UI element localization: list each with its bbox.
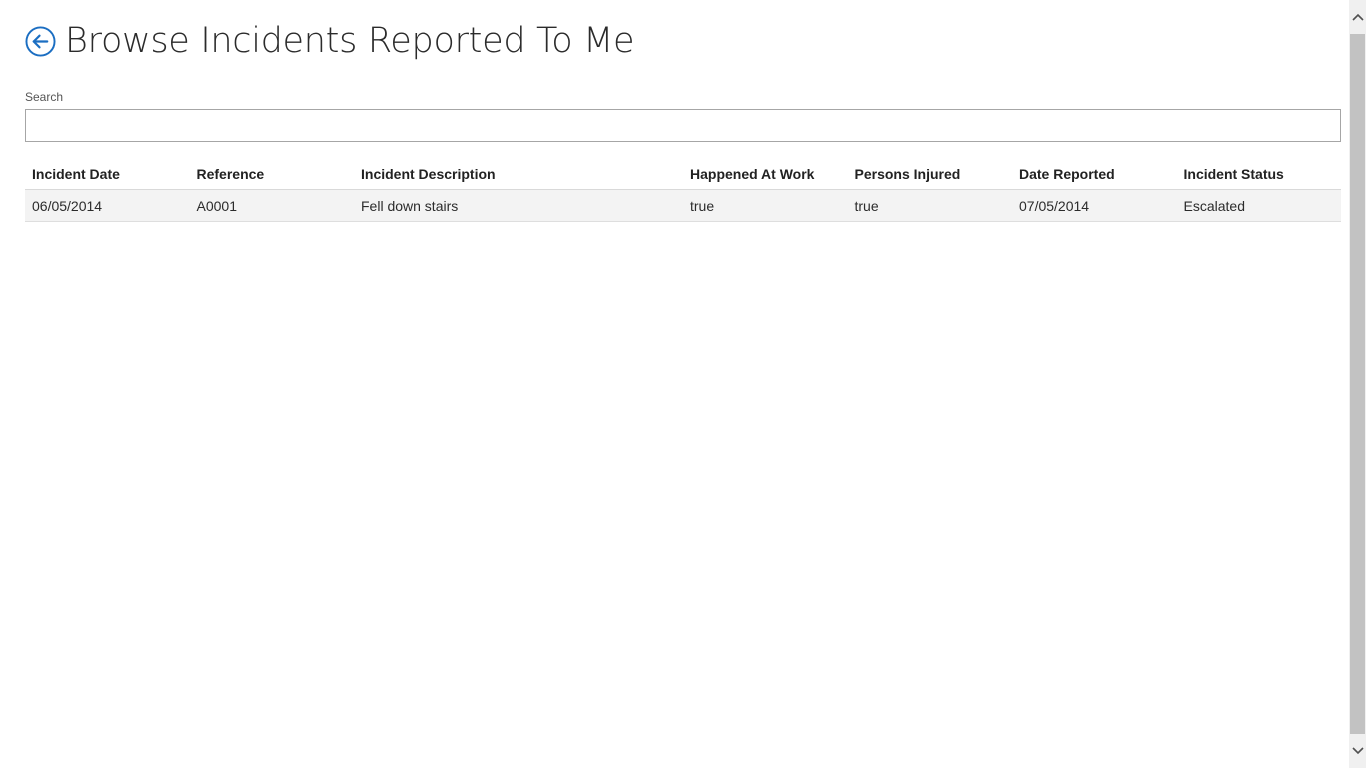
column-header-incident-status[interactable]: Incident Status bbox=[1177, 158, 1342, 189]
cell-date-reported: 07/05/2014 bbox=[1019, 197, 1090, 214]
search-input[interactable] bbox=[25, 109, 1341, 142]
column-header-persons-injured[interactable]: Persons Injured bbox=[848, 158, 1013, 189]
column-header-happened-at-work[interactable]: Happened At Work bbox=[683, 158, 848, 189]
cell-incident-description: Fell down stairs bbox=[361, 197, 459, 214]
page-title: Browse Incidents Reported To Me bbox=[65, 21, 635, 61]
column-header-reference[interactable]: Reference bbox=[190, 158, 355, 189]
back-arrow-icon[interactable] bbox=[25, 25, 56, 57]
scrollbar-thumb[interactable] bbox=[1350, 34, 1365, 734]
incidents-table: Incident Date Reference Incident Descrip… bbox=[25, 158, 1341, 222]
cell-reference: A0001 bbox=[196, 197, 237, 214]
scroll-up-button[interactable] bbox=[1349, 0, 1366, 34]
chevron-up-icon bbox=[1351, 13, 1364, 21]
cell-happened-at-work: true bbox=[690, 197, 715, 214]
vertical-scrollbar[interactable] bbox=[1349, 0, 1366, 768]
cell-incident-status: Escalated bbox=[1183, 197, 1245, 214]
column-header-date-reported[interactable]: Date Reported bbox=[1012, 158, 1177, 189]
chevron-down-icon bbox=[1351, 747, 1364, 755]
search-label: Search bbox=[25, 90, 64, 104]
page-header: Browse Incidents Reported To Me bbox=[25, 18, 635, 64]
cell-incident-date: 06/05/2014 bbox=[32, 197, 103, 214]
cell-persons-injured: true bbox=[854, 197, 879, 214]
column-header-incident-date[interactable]: Incident Date bbox=[25, 158, 190, 189]
table-header: Incident Date Reference Incident Descrip… bbox=[25, 158, 1341, 190]
table-row[interactable]: 06/05/2014 A0001 Fell down stairs true t… bbox=[25, 190, 1341, 222]
page: Browse Incidents Reported To Me Search I… bbox=[0, 0, 1349, 768]
column-header-incident-description[interactable]: Incident Description bbox=[354, 158, 683, 189]
scroll-down-button[interactable] bbox=[1349, 734, 1366, 768]
